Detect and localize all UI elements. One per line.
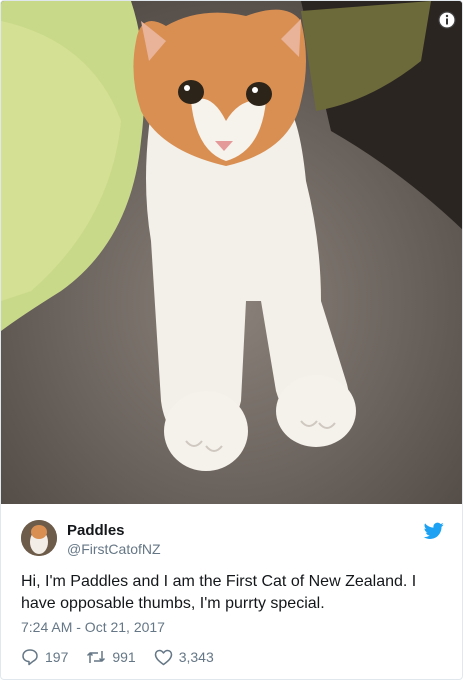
tweet-header: Paddles @FirstCatofNZ [21, 518, 446, 562]
avatar-cat-image [21, 520, 57, 556]
tweet-embed-card: Paddles @FirstCatofNZ Hi, I'm Paddles an… [0, 0, 463, 680]
author-name[interactable]: Paddles [67, 522, 125, 539]
reply-action[interactable]: 197 [21, 648, 68, 666]
retweet-icon [87, 651, 106, 663]
author-avatar[interactable] [21, 520, 57, 556]
tweet-text: Hi, I'm Paddles and I am the First Cat o… [21, 573, 417, 612]
like-action[interactable]: 3,343 [154, 649, 214, 666]
retweet-action[interactable]: 991 [86, 648, 136, 666]
retweet-count: 991 [112, 649, 136, 665]
tweet-timestamp[interactable]: 7:24 AM - Oct 21, 2017 [21, 619, 165, 635]
like-count: 3,343 [178, 649, 214, 665]
cat-photo-illustration [1, 1, 462, 504]
tweet-actions: 197 991 3,343 [21, 647, 232, 667]
reply-icon [22, 649, 38, 666]
heart-icon [154, 649, 172, 665]
tweet-photo[interactable] [1, 1, 462, 504]
info-icon[interactable] [438, 11, 456, 29]
twitter-bird-icon[interactable] [424, 522, 444, 540]
author-handle[interactable]: @FirstCatofNZ [67, 541, 161, 557]
reply-count: 197 [45, 649, 69, 665]
